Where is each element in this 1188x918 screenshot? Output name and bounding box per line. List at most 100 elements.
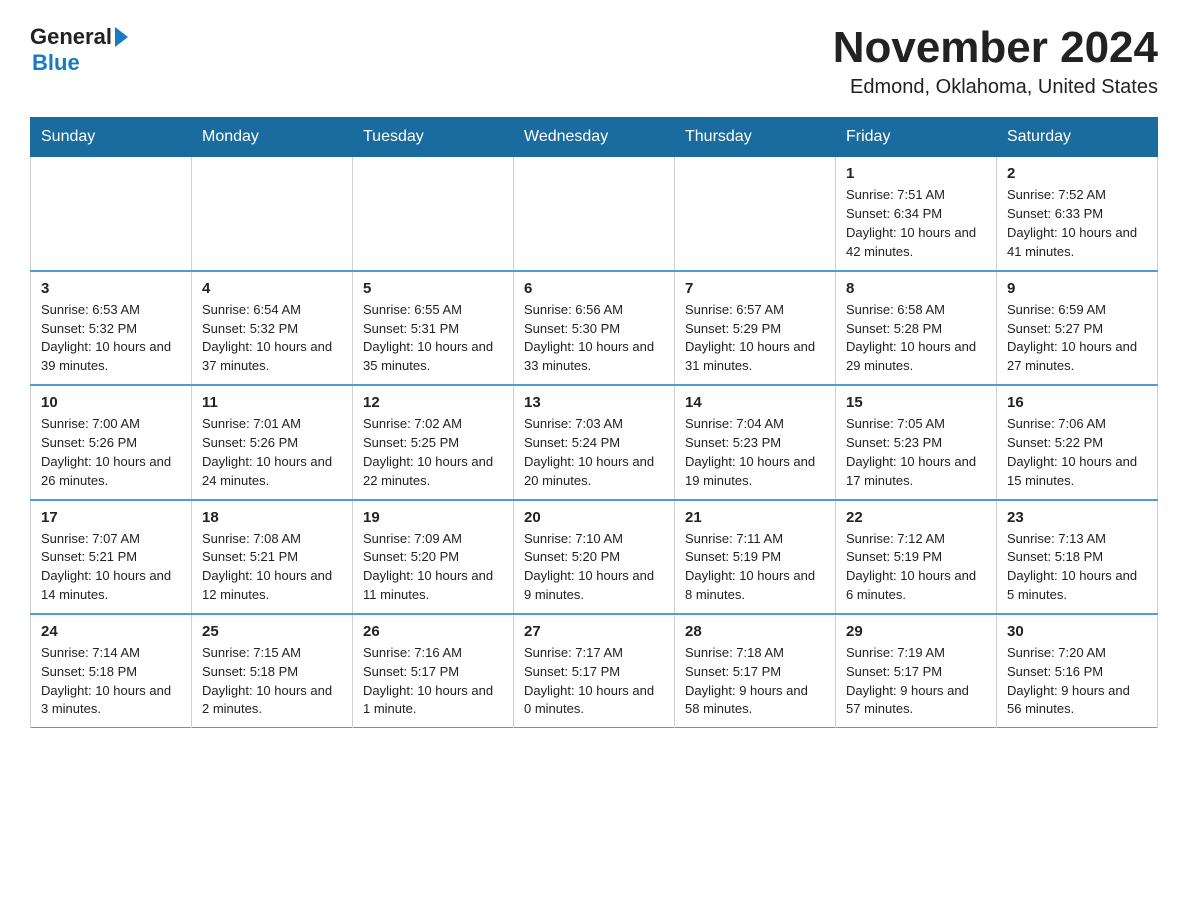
day-cell: 20Sunrise: 7:10 AM Sunset: 5:20 PM Dayli…: [514, 500, 675, 614]
day-number: 25: [202, 623, 342, 640]
day-cell: 15 Sunrise: 7:05 AM Sunset: 5:23 PM Dayli…: [836, 385, 997, 499]
day-info: Sunrise: 7:13 AM Sunset: 5:18 PM Dayligh…: [1007, 530, 1147, 605]
day-cell: 22 Sunrise: 7:12 AM Sunset: 5:19 PM Dayli…: [836, 500, 997, 614]
logo-general-text: General: [30, 24, 112, 50]
day-number: 26: [363, 623, 503, 640]
day-info: Sunrise: 7:05 AM Sunset: 5:23 PM Dayligh…: [846, 415, 986, 490]
day-cell: 1 Sunrise: 7:51 AM Sunset: 6:34 PM Daylig…: [836, 157, 997, 271]
day-cell: 7 Sunrise: 6:57 AM Sunset: 5:29 PM Daylig…: [675, 271, 836, 385]
day-cell: 16Sunrise: 7:06 AM Sunset: 5:22 PM Dayli…: [997, 385, 1158, 499]
day-info: Sunrise: 7:07 AM Sunset: 5:21 PM Dayligh…: [41, 530, 181, 605]
day-info: Sunrise: 7:18 AM Sunset: 5:17 PM Dayligh…: [685, 644, 825, 719]
day-cell: 9 Sunrise: 6:59 AM Sunset: 5:27 PM Daylig…: [997, 271, 1158, 385]
day-info: Sunrise: 7:04 AM Sunset: 5:23 PM Dayligh…: [685, 415, 825, 490]
day-number: 5: [363, 280, 503, 297]
day-cell: 26 Sunrise: 7:16 AM Sunset: 5:17 PM Dayli…: [353, 614, 514, 728]
day-info: Sunrise: 7:20 AM Sunset: 5:16 PM Dayligh…: [1007, 644, 1147, 719]
day-number: 29: [846, 623, 986, 640]
day-number: 18: [202, 509, 342, 526]
calendar-title: November 2024: [833, 24, 1158, 72]
day-info: Sunrise: 6:54 AM Sunset: 5:32 PM Dayligh…: [202, 301, 342, 376]
col-header-thursday: Thursday: [675, 118, 836, 157]
calendar-table: SundayMondayTuesdayWednesdayThursdayFrid…: [30, 117, 1158, 728]
week-row-2: 3Sunrise: 6:53 AM Sunset: 5:32 PM Daylig…: [31, 271, 1158, 385]
day-number: 12: [363, 394, 503, 411]
logo: General Blue: [30, 24, 131, 76]
day-number: 23: [1007, 509, 1147, 526]
day-cell: 23 Sunrise: 7:13 AM Sunset: 5:18 PM Dayli…: [997, 500, 1158, 614]
day-number: 17: [41, 509, 181, 526]
day-info: Sunrise: 7:01 AM Sunset: 5:26 PM Dayligh…: [202, 415, 342, 490]
day-cell: [514, 157, 675, 271]
day-info: Sunrise: 7:51 AM Sunset: 6:34 PM Dayligh…: [846, 186, 986, 261]
day-cell: 19 Sunrise: 7:09 AM Sunset: 5:20 PM Dayli…: [353, 500, 514, 614]
day-number: 7: [685, 280, 825, 297]
logo-blue-text: Blue: [32, 50, 80, 76]
day-cell: 25 Sunrise: 7:15 AM Sunset: 5:18 PM Dayli…: [192, 614, 353, 728]
week-row-1: 1 Sunrise: 7:51 AM Sunset: 6:34 PM Daylig…: [31, 157, 1158, 271]
day-cell: 24 Sunrise: 7:14 AM Sunset: 5:18 PM Dayli…: [31, 614, 192, 728]
week-row-4: 17 Sunrise: 7:07 AM Sunset: 5:21 PM Dayli…: [31, 500, 1158, 614]
day-number: 30: [1007, 623, 1147, 640]
day-info: Sunrise: 7:14 AM Sunset: 5:18 PM Dayligh…: [41, 644, 181, 719]
day-number: 3: [41, 280, 181, 297]
day-cell: [675, 157, 836, 271]
day-info: Sunrise: 6:57 AM Sunset: 5:29 PM Dayligh…: [685, 301, 825, 376]
day-cell: 2 Sunrise: 7:52 AM Sunset: 6:33 PM Daylig…: [997, 157, 1158, 271]
day-number: 14: [685, 394, 825, 411]
day-number: 11: [202, 394, 342, 411]
day-cell: 12Sunrise: 7:02 AM Sunset: 5:25 PM Dayli…: [353, 385, 514, 499]
day-number: 2: [1007, 165, 1147, 182]
day-number: 24: [41, 623, 181, 640]
day-info: Sunrise: 7:16 AM Sunset: 5:17 PM Dayligh…: [363, 644, 503, 719]
day-number: 8: [846, 280, 986, 297]
day-cell: 3Sunrise: 6:53 AM Sunset: 5:32 PM Daylig…: [31, 271, 192, 385]
day-cell: 13Sunrise: 7:03 AM Sunset: 5:24 PM Dayli…: [514, 385, 675, 499]
day-info: Sunrise: 6:59 AM Sunset: 5:27 PM Dayligh…: [1007, 301, 1147, 376]
col-header-tuesday: Tuesday: [353, 118, 514, 157]
logo-triangle-icon: [115, 27, 128, 47]
day-cell: 17 Sunrise: 7:07 AM Sunset: 5:21 PM Dayli…: [31, 500, 192, 614]
title-block: November 2024 Edmond, Oklahoma, United S…: [833, 24, 1158, 99]
day-cell: 21Sunrise: 7:11 AM Sunset: 5:19 PM Dayli…: [675, 500, 836, 614]
day-cell: 28 Sunrise: 7:18 AM Sunset: 5:17 PM Dayli…: [675, 614, 836, 728]
day-number: 21: [685, 509, 825, 526]
day-headers-row: SundayMondayTuesdayWednesdayThursdayFrid…: [31, 118, 1158, 157]
day-info: Sunrise: 7:10 AM Sunset: 5:20 PM Dayligh…: [524, 530, 664, 605]
day-info: Sunrise: 7:15 AM Sunset: 5:18 PM Dayligh…: [202, 644, 342, 719]
day-cell: 11 Sunrise: 7:01 AM Sunset: 5:26 PM Dayli…: [192, 385, 353, 499]
calendar-subtitle: Edmond, Oklahoma, United States: [833, 76, 1158, 99]
day-cell: 5 Sunrise: 6:55 AM Sunset: 5:31 PM Daylig…: [353, 271, 514, 385]
day-cell: 29Sunrise: 7:19 AM Sunset: 5:17 PM Dayli…: [836, 614, 997, 728]
col-header-sunday: Sunday: [31, 118, 192, 157]
day-info: Sunrise: 6:58 AM Sunset: 5:28 PM Dayligh…: [846, 301, 986, 376]
day-info: Sunrise: 7:00 AM Sunset: 5:26 PM Dayligh…: [41, 415, 181, 490]
col-header-wednesday: Wednesday: [514, 118, 675, 157]
page-header: General Blue November 2024 Edmond, Oklah…: [30, 24, 1158, 99]
day-cell: 30 Sunrise: 7:20 AM Sunset: 5:16 PM Dayli…: [997, 614, 1158, 728]
week-row-3: 10Sunrise: 7:00 AM Sunset: 5:26 PM Dayli…: [31, 385, 1158, 499]
day-number: 15: [846, 394, 986, 411]
day-cell: [353, 157, 514, 271]
day-number: 6: [524, 280, 664, 297]
day-cell: 4 Sunrise: 6:54 AM Sunset: 5:32 PM Daylig…: [192, 271, 353, 385]
day-cell: [192, 157, 353, 271]
day-number: 13: [524, 394, 664, 411]
day-number: 9: [1007, 280, 1147, 297]
day-number: 4: [202, 280, 342, 297]
day-number: 28: [685, 623, 825, 640]
day-info: Sunrise: 7:06 AM Sunset: 5:22 PM Dayligh…: [1007, 415, 1147, 490]
day-number: 27: [524, 623, 664, 640]
day-info: Sunrise: 7:12 AM Sunset: 5:19 PM Dayligh…: [846, 530, 986, 605]
day-cell: 14 Sunrise: 7:04 AM Sunset: 5:23 PM Dayli…: [675, 385, 836, 499]
day-number: 19: [363, 509, 503, 526]
day-cell: 18Sunrise: 7:08 AM Sunset: 5:21 PM Dayli…: [192, 500, 353, 614]
day-info: Sunrise: 7:09 AM Sunset: 5:20 PM Dayligh…: [363, 530, 503, 605]
day-info: Sunrise: 6:56 AM Sunset: 5:30 PM Dayligh…: [524, 301, 664, 376]
day-info: Sunrise: 7:52 AM Sunset: 6:33 PM Dayligh…: [1007, 186, 1147, 261]
day-number: 22: [846, 509, 986, 526]
day-number: 1: [846, 165, 986, 182]
day-cell: 10Sunrise: 7:00 AM Sunset: 5:26 PM Dayli…: [31, 385, 192, 499]
day-info: Sunrise: 6:55 AM Sunset: 5:31 PM Dayligh…: [363, 301, 503, 376]
day-info: Sunrise: 7:17 AM Sunset: 5:17 PM Dayligh…: [524, 644, 664, 719]
